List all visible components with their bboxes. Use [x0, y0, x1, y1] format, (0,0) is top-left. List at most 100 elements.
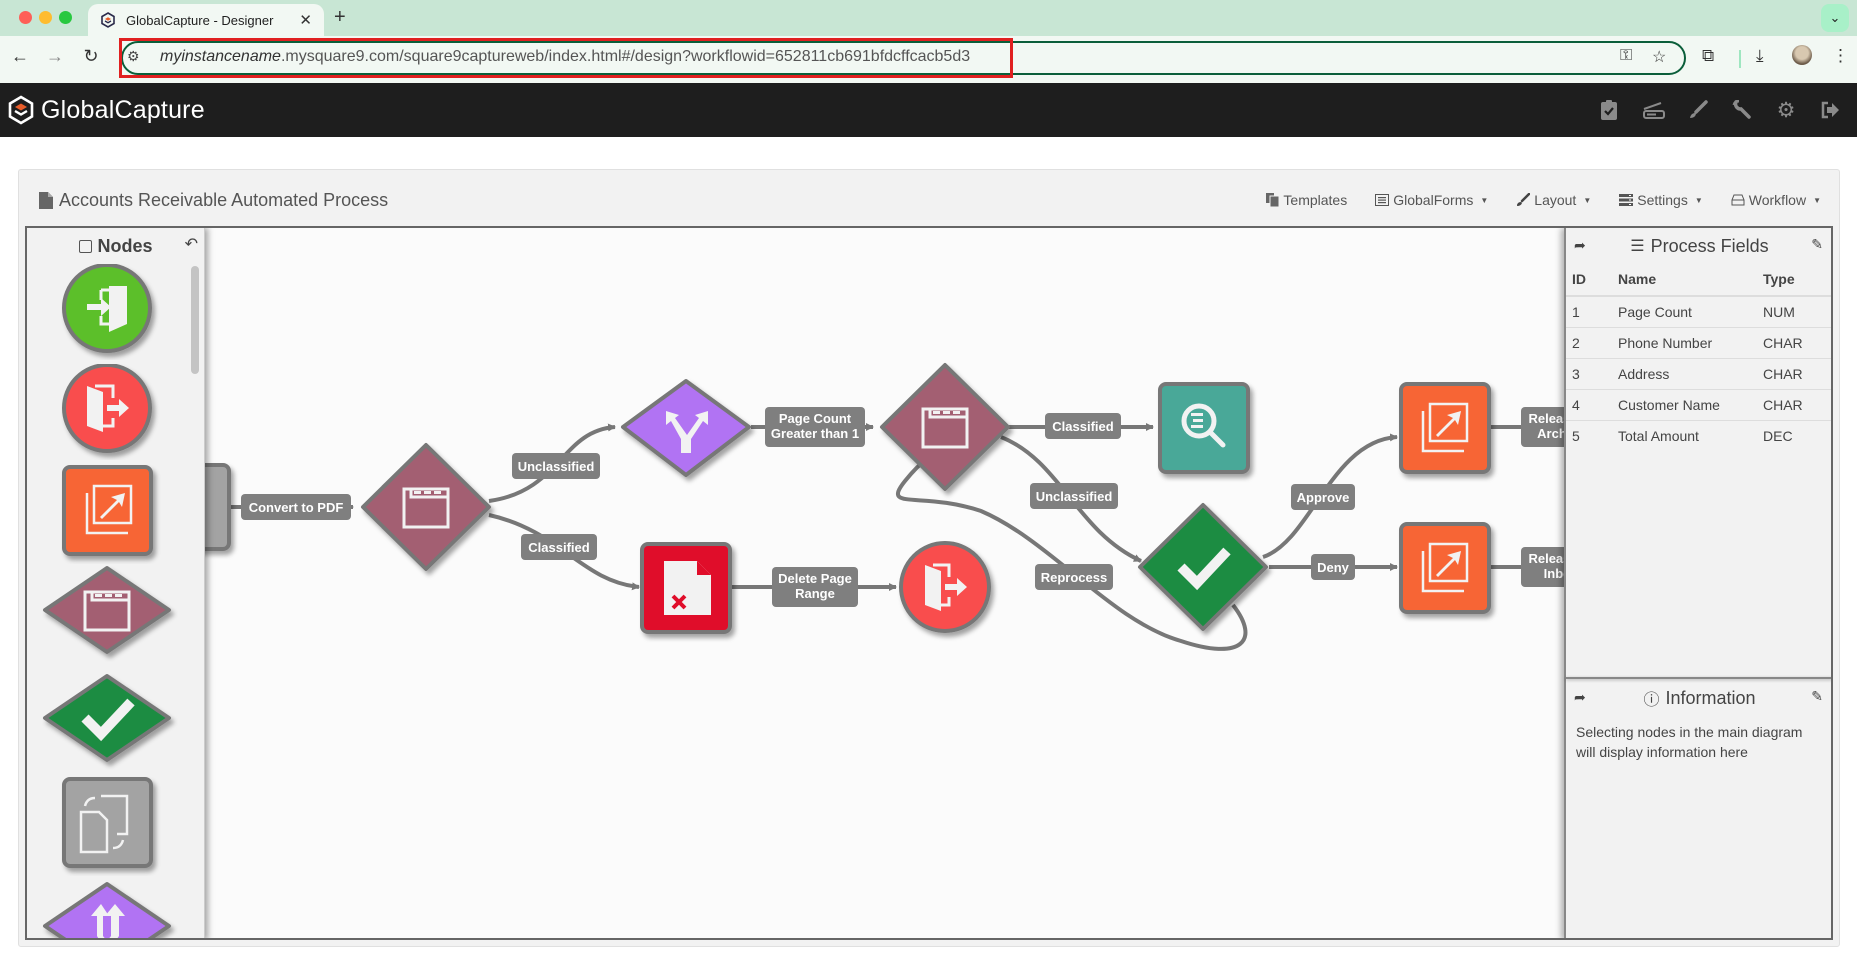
field-name: Total Amount [1618, 428, 1699, 445]
edge-label-classified-1[interactable]: Classified [521, 534, 597, 560]
table-row[interactable]: 5 Total Amount DEC [1566, 421, 1831, 452]
panel-divider[interactable] [1566, 677, 1831, 679]
process-fields-section: ➦ ☰ Process Fields ✎ ID Name Type 1Page [1566, 228, 1831, 452]
bookmark-star-icon[interactable]: ☆ [1652, 47, 1666, 67]
edge-label-unclassified-1[interactable]: Unclassified [512, 453, 600, 479]
field-id: 2 [1566, 327, 1612, 359]
svg-text:Convert to PDF: Convert to PDF [249, 500, 344, 515]
palette-input-node[interactable] [61, 264, 161, 360]
site-settings-icon[interactable]: ⚙ [127, 48, 140, 65]
export-node-archive[interactable] [1399, 382, 1491, 474]
split-node[interactable] [621, 379, 751, 477]
caret-down-icon: ▼ [1813, 195, 1821, 205]
reload-icon[interactable]: ↻ [79, 46, 103, 67]
edge-label-page-count[interactable]: Page Count Greater than 1 [765, 407, 865, 447]
edge-label-unclassified-2[interactable]: Unclassified [1030, 483, 1118, 509]
edge-label-approve[interactable]: Approve [1291, 484, 1355, 510]
templates-menu[interactable]: Templates [1266, 192, 1347, 208]
extensions-icon[interactable]: ⧉ [1702, 46, 1714, 66]
column-header-name[interactable]: Name [1612, 264, 1757, 297]
workflow-diagram[interactable]: Convert to PDF Unclassified Classified P… [27, 228, 1833, 940]
globalforms-menu[interactable]: GlobalForms ▼ [1375, 192, 1488, 208]
classify-node-1[interactable] [361, 443, 491, 571]
table-row[interactable]: 2 Phone Number CHAR [1566, 327, 1831, 359]
edge-label-delete-page-range[interactable]: Delete Page Range [772, 567, 858, 607]
table-row[interactable]: 3 Address CHAR [1566, 358, 1831, 390]
field-name: Address [1612, 358, 1757, 390]
tab-search-button[interactable]: ⌄ [1821, 4, 1849, 32]
layout-label: Layout [1534, 192, 1577, 208]
settings-label: Settings [1637, 192, 1688, 208]
field-name: Page Count [1612, 296, 1757, 328]
scanner-icon[interactable] [1642, 98, 1666, 122]
release-node-1[interactable] [899, 541, 991, 633]
svg-text:Classified: Classified [528, 540, 589, 555]
palette-validate-node[interactable] [39, 672, 179, 772]
new-tab-button[interactable]: + [334, 6, 346, 29]
browser-toolbar: ← → ↻ ⚙ myinstancename.mysquare9.com/squ… [0, 36, 1857, 83]
extract-node[interactable] [1158, 382, 1250, 474]
forward-icon[interactable]: → [43, 46, 67, 67]
field-type: NUM [1757, 296, 1831, 328]
field-id: 3 [1566, 358, 1612, 390]
palette-split-node[interactable] [39, 880, 179, 940]
svg-text:Unclassified: Unclassified [1036, 489, 1113, 504]
field-name: Phone Number [1612, 327, 1757, 359]
settings-menu[interactable]: Settings ▼ [1619, 192, 1703, 208]
palette-scrollbar[interactable] [191, 266, 199, 374]
edit-pencil-icon[interactable]: ✎ [1811, 236, 1823, 253]
maximize-window-button[interactable] [59, 11, 72, 24]
edge-label-reprocess[interactable]: Reprocess [1035, 564, 1113, 590]
column-header-type[interactable]: Type [1757, 264, 1831, 297]
information-section: ➦ ⓘ Information ✎ Selecting nodes in the… [1566, 680, 1831, 768]
edge-label-convert-to-pdf[interactable]: Convert to PDF [241, 494, 351, 520]
document-icon [39, 192, 53, 209]
back-icon[interactable]: ← [8, 46, 32, 67]
svg-text:Unclassified: Unclassified [518, 459, 595, 474]
palette-convert-node[interactable] [61, 776, 161, 876]
profile-avatar[interactable] [1792, 45, 1812, 65]
export-node-inbox[interactable] [1399, 522, 1491, 614]
classify-node-2[interactable] [880, 363, 1010, 491]
layout-menu[interactable]: Layout ▼ [1516, 192, 1591, 208]
delete-pages-node[interactable] [640, 542, 732, 634]
edit-pencil-icon[interactable]: ✎ [1811, 688, 1823, 705]
password-key-icon[interactable]: ⚿ [1620, 47, 1632, 65]
gear-icon[interactable]: ⚙ [1774, 98, 1798, 122]
column-header-id[interactable]: ID [1566, 264, 1612, 297]
svg-text:Range: Range [795, 586, 835, 601]
minimize-window-button[interactable] [39, 11, 52, 24]
brush-icon[interactable] [1686, 98, 1710, 122]
app-logo[interactable]: GlobalCapture [8, 95, 205, 125]
undo-icon[interactable]: ↶ [185, 234, 198, 254]
workflow-icon [1731, 194, 1745, 206]
browser-tab-active[interactable]: GlobalCapture - Designer ✕ [88, 4, 324, 36]
workflow-canvas[interactable]: Convert to PDF Unclassified Classified P… [25, 226, 1833, 940]
table-row[interactable]: 4 Customer Name CHAR [1566, 389, 1831, 421]
browser-menu-icon[interactable]: ⋮ [1832, 46, 1849, 66]
download-icon[interactable]: ⤓ [1756, 46, 1764, 66]
caret-down-icon: ▼ [1480, 195, 1489, 205]
url-text[interactable]: myinstancename.mysquare9.com/square9capt… [160, 48, 970, 66]
workflow-menu[interactable]: Workflow ▼ [1731, 192, 1821, 208]
palette-release-node[interactable] [61, 364, 161, 460]
app-header: GlobalCapture ⚙ [0, 83, 1857, 137]
url-host: myinstancename [160, 48, 281, 65]
clipboard-check-icon[interactable] [1597, 98, 1621, 122]
validate-node[interactable] [1138, 503, 1268, 631]
share-icon[interactable]: ➦ [1574, 689, 1586, 706]
share-icon[interactable]: ➦ [1574, 237, 1586, 254]
sign-out-icon[interactable] [1818, 98, 1842, 122]
palette-classify-node[interactable] [39, 564, 179, 664]
table-row[interactable]: 1 Page Count NUM [1566, 296, 1831, 328]
nodes-checkbox[interactable] [79, 240, 93, 253]
edge-label-deny[interactable]: Deny [1311, 554, 1355, 580]
wrench-icon[interactable] [1730, 98, 1754, 122]
palette-export-node[interactable] [61, 464, 161, 564]
svg-text:Reprocess: Reprocess [1041, 570, 1107, 585]
globalcapture-favicon-icon [101, 12, 115, 28]
svg-text:Approve: Approve [1297, 490, 1350, 505]
edge-label-classified-2[interactable]: Classified [1045, 413, 1121, 439]
close-window-button[interactable] [19, 11, 32, 24]
close-tab-icon[interactable]: ✕ [299, 11, 312, 29]
